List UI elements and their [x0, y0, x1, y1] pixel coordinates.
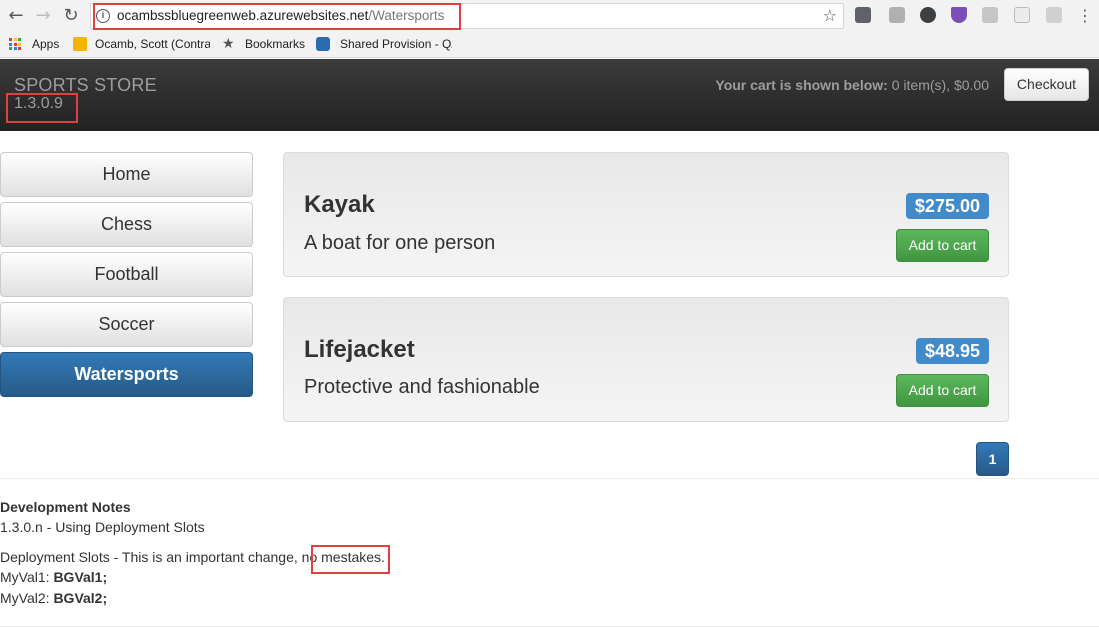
apps-icon[interactable]	[9, 38, 21, 50]
product-card: Kayak A boat for one person $275.00 Add …	[283, 152, 1009, 277]
forward-icon[interactable]: →	[32, 5, 54, 27]
cart-summary-value: 0 item(s), $0.00	[891, 77, 989, 93]
url-highlight-box	[93, 3, 461, 30]
menu-icon[interactable]: ⋮	[1074, 5, 1096, 27]
pagination-page-1[interactable]: 1	[976, 442, 1009, 476]
myval2-label: MyVal2:	[0, 590, 50, 606]
add-to-cart-button[interactable]: Add to cart	[896, 374, 989, 407]
ext-6-icon[interactable]	[1014, 7, 1030, 23]
category-chess[interactable]: Chess	[0, 202, 253, 247]
reload-icon[interactable]: ↻	[60, 5, 82, 27]
ext-1-icon[interactable]	[855, 7, 871, 23]
ext-7-icon[interactable]	[1046, 7, 1062, 23]
version-highlight-box	[6, 93, 78, 123]
cart-summary-label: Your cart is shown below:	[715, 77, 888, 93]
add-to-cart-button[interactable]: Add to cart	[896, 229, 989, 262]
divider	[0, 626, 1099, 627]
category-home[interactable]: Home	[0, 152, 253, 197]
mistakes-highlight-box	[311, 545, 390, 574]
bookmark-shared-provision[interactable]: Shared Provision - QA	[340, 37, 452, 51]
site-navbar: SPORTS STORE 1.3.0.9 Your cart is shown …	[0, 59, 1099, 131]
myval2-row: MyVal2: BGVal2;	[0, 590, 107, 606]
divider	[0, 478, 1099, 479]
category-watersports[interactable]: Watersports	[0, 352, 253, 397]
product-card: Lifejacket Protective and fashionable $4…	[283, 297, 1009, 422]
outlook-icon	[73, 37, 87, 51]
product-price: $48.95	[915, 338, 989, 364]
category-soccer[interactable]: Soccer	[0, 302, 253, 347]
ext-4-icon[interactable]	[951, 7, 967, 23]
dev-notes-title: Development Notes	[0, 499, 131, 515]
category-football[interactable]: Football	[0, 252, 253, 297]
product-price: $275.00	[905, 193, 989, 219]
checkout-button[interactable]: Checkout	[1004, 68, 1089, 101]
bookmarks-star-icon: ★	[222, 36, 235, 52]
product-description: A boat for one person	[304, 232, 496, 254]
azure-devops-icon	[316, 37, 330, 51]
ext-2-icon[interactable]	[889, 7, 905, 23]
bookmarks-bar: Apps Ocamb, Scott (Contra ★ Bookmarks Sh…	[0, 32, 1099, 58]
cart-summary: Your cart is shown below: 0 item(s), $0.…	[715, 77, 989, 93]
product-name: Lifejacket	[304, 336, 415, 363]
product-name: Kayak	[304, 191, 375, 218]
bookmark-star-icon[interactable]: ☆	[823, 6, 837, 25]
bookmark-apps[interactable]: Apps	[32, 37, 59, 51]
ext-5-icon[interactable]	[982, 7, 998, 23]
product-description: Protective and fashionable	[304, 376, 540, 398]
myval1-label: MyVal1:	[0, 569, 50, 585]
dev-notes-subtitle: 1.3.0.n - Using Deployment Slots	[0, 519, 205, 535]
ext-3-icon[interactable]	[920, 7, 936, 23]
myval1-row: MyVal1: BGVal1;	[0, 569, 107, 585]
back-icon[interactable]: ←	[5, 5, 27, 27]
myval1-value: BGVal1;	[53, 569, 108, 585]
bookmark-ocamb[interactable]: Ocamb, Scott (Contra	[95, 37, 210, 51]
bookmark-bookmarks[interactable]: Bookmarks	[245, 37, 305, 51]
myval2-value: BGVal2;	[53, 590, 108, 606]
